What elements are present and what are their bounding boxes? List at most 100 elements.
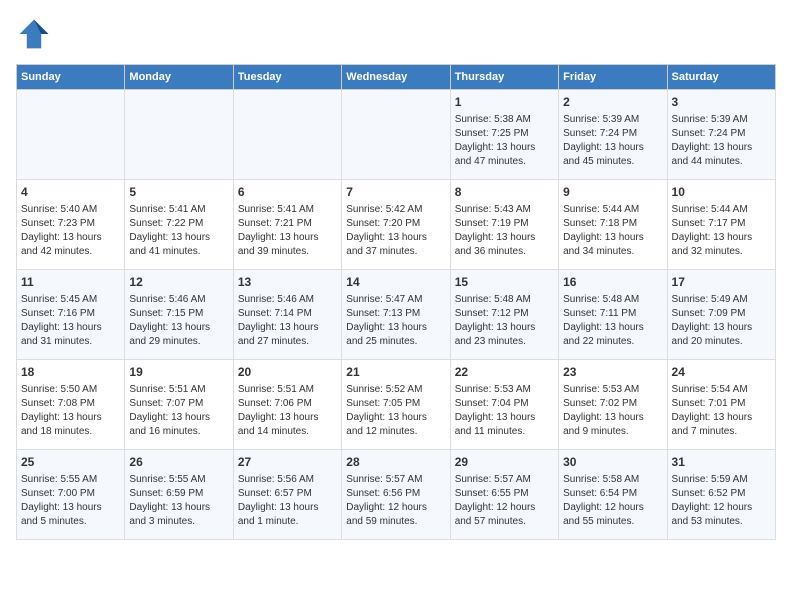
day-number: 21	[346, 364, 445, 381]
calendar-cell: 4 Sunrise: 5:40 AM Sunset: 7:23 PM Daylig…	[17, 180, 125, 270]
day-info: Sunrise: 5:59 AM Sunset: 6:52 PM Dayligh…	[672, 473, 771, 529]
day-number: 18	[21, 364, 120, 381]
day-number: 22	[455, 364, 554, 381]
calendar-cell: 22 Sunrise: 5:53 AM Sunset: 7:04 PM Dayli…	[450, 360, 558, 450]
header-sunday: Sunday	[17, 65, 125, 90]
day-number: 26	[129, 454, 228, 471]
day-info: Sunrise: 5:44 AM Sunset: 7:18 PM Dayligh…	[563, 203, 662, 259]
day-info: Sunrise: 5:38 AM Sunset: 7:25 PM Dayligh…	[455, 113, 554, 169]
day-number: 7	[346, 184, 445, 201]
calendar-cell: 6Sunrise: 5:41 AM Sunset: 7:21 PM Daylig…	[233, 180, 341, 270]
calendar-week-2: 4 Sunrise: 5:40 AM Sunset: 7:23 PM Daylig…	[17, 180, 776, 270]
calendar-cell: 19 Sunrise: 5:51 AM Sunset: 7:07 PM Dayli…	[125, 360, 233, 450]
header-thursday: Thursday	[450, 65, 558, 90]
calendar-cell: 10 Sunrise: 5:44 AM Sunset: 7:17 PM Dayli…	[667, 180, 775, 270]
calendar-cell: 16 Sunrise: 5:48 AM Sunset: 7:11 PM Dayli…	[559, 270, 667, 360]
day-info: Sunrise: 5:50 AM Sunset: 7:08 PM Dayligh…	[21, 383, 120, 439]
day-number: 16	[563, 274, 662, 291]
day-number: 15	[455, 274, 554, 291]
day-number: 19	[129, 364, 228, 381]
page-header	[16, 16, 776, 52]
day-info: Sunrise: 5:46 AM Sunset: 7:15 PM Dayligh…	[129, 293, 228, 349]
calendar-cell: 1 Sunrise: 5:38 AM Sunset: 7:25 PM Daylig…	[450, 90, 558, 180]
day-info: Sunrise: 5:51 AM Sunset: 7:07 PM Dayligh…	[129, 383, 228, 439]
calendar-cell: 17 Sunrise: 5:49 AM Sunset: 7:09 PM Dayli…	[667, 270, 775, 360]
header-tuesday: Tuesday	[233, 65, 341, 90]
calendar-week-3: 11Sunrise: 5:45 AM Sunset: 7:16 PM Dayli…	[17, 270, 776, 360]
calendar-cell: 14 Sunrise: 5:47 AM Sunset: 7:13 PM Dayli…	[342, 270, 450, 360]
day-number: 20	[238, 364, 337, 381]
logo	[16, 16, 56, 52]
day-info: Sunrise: 5:55 AM Sunset: 6:59 PM Dayligh…	[129, 473, 228, 529]
calendar-cell: 28Sunrise: 5:57 AM Sunset: 6:56 PM Dayli…	[342, 450, 450, 540]
calendar-header-row: SundayMondayTuesdayWednesdayThursdayFrid…	[17, 65, 776, 90]
day-number: 1	[455, 94, 554, 111]
day-info: Sunrise: 5:44 AM Sunset: 7:17 PM Dayligh…	[672, 203, 771, 259]
calendar-cell	[17, 90, 125, 180]
day-info: Sunrise: 5:46 AM Sunset: 7:14 PM Dayligh…	[238, 293, 337, 349]
day-number: 25	[21, 454, 120, 471]
calendar-cell: 11Sunrise: 5:45 AM Sunset: 7:16 PM Dayli…	[17, 270, 125, 360]
day-number: 4	[21, 184, 120, 201]
day-number: 8	[455, 184, 554, 201]
calendar-cell: 8 Sunrise: 5:43 AM Sunset: 7:19 PM Daylig…	[450, 180, 558, 270]
day-number: 17	[672, 274, 771, 291]
day-info: Sunrise: 5:39 AM Sunset: 7:24 PM Dayligh…	[563, 113, 662, 169]
day-number: 5	[129, 184, 228, 201]
calendar-cell	[233, 90, 341, 180]
day-info: Sunrise: 5:57 AM Sunset: 6:55 PM Dayligh…	[455, 473, 554, 529]
day-info: Sunrise: 5:42 AM Sunset: 7:20 PM Dayligh…	[346, 203, 445, 259]
day-info: Sunrise: 5:40 AM Sunset: 7:23 PM Dayligh…	[21, 203, 120, 259]
calendar-cell: 20 Sunrise: 5:51 AM Sunset: 7:06 PM Dayli…	[233, 360, 341, 450]
day-number: 24	[672, 364, 771, 381]
day-info: Sunrise: 5:51 AM Sunset: 7:06 PM Dayligh…	[238, 383, 337, 439]
calendar-cell: 13Sunrise: 5:46 AM Sunset: 7:14 PM Dayli…	[233, 270, 341, 360]
day-number: 10	[672, 184, 771, 201]
day-info: Sunrise: 5:49 AM Sunset: 7:09 PM Dayligh…	[672, 293, 771, 349]
day-number: 31	[672, 454, 771, 471]
day-info: Sunrise: 5:55 AM Sunset: 7:00 PM Dayligh…	[21, 473, 120, 529]
day-info: Sunrise: 5:48 AM Sunset: 7:12 PM Dayligh…	[455, 293, 554, 349]
calendar-cell: 3 Sunrise: 5:39 AM Sunset: 7:24 PM Daylig…	[667, 90, 775, 180]
day-number: 14	[346, 274, 445, 291]
calendar-cell: 9 Sunrise: 5:44 AM Sunset: 7:18 PM Daylig…	[559, 180, 667, 270]
day-number: 11	[21, 274, 120, 291]
calendar-week-4: 18 Sunrise: 5:50 AM Sunset: 7:08 PM Dayli…	[17, 360, 776, 450]
day-number: 23	[563, 364, 662, 381]
calendar-table: SundayMondayTuesdayWednesdayThursdayFrid…	[16, 64, 776, 540]
calendar-cell: 23 Sunrise: 5:53 AM Sunset: 7:02 PM Dayli…	[559, 360, 667, 450]
calendar-cell: 30Sunrise: 5:58 AM Sunset: 6:54 PM Dayli…	[559, 450, 667, 540]
day-number: 29	[455, 454, 554, 471]
day-number: 6	[238, 184, 337, 201]
calendar-cell	[342, 90, 450, 180]
calendar-cell: 12 Sunrise: 5:46 AM Sunset: 7:15 PM Dayli…	[125, 270, 233, 360]
day-info: Sunrise: 5:39 AM Sunset: 7:24 PM Dayligh…	[672, 113, 771, 169]
day-number: 30	[563, 454, 662, 471]
calendar-cell: 21Sunrise: 5:52 AM Sunset: 7:05 PM Dayli…	[342, 360, 450, 450]
day-info: Sunrise: 5:48 AM Sunset: 7:11 PM Dayligh…	[563, 293, 662, 349]
calendar-cell: 2 Sunrise: 5:39 AM Sunset: 7:24 PM Daylig…	[559, 90, 667, 180]
header-wednesday: Wednesday	[342, 65, 450, 90]
calendar-cell: 5 Sunrise: 5:41 AM Sunset: 7:22 PM Daylig…	[125, 180, 233, 270]
day-info: Sunrise: 5:54 AM Sunset: 7:01 PM Dayligh…	[672, 383, 771, 439]
calendar-week-1: 1 Sunrise: 5:38 AM Sunset: 7:25 PM Daylig…	[17, 90, 776, 180]
calendar-cell: 31 Sunrise: 5:59 AM Sunset: 6:52 PM Dayli…	[667, 450, 775, 540]
day-number: 3	[672, 94, 771, 111]
day-number: 12	[129, 274, 228, 291]
calendar-cell: 24 Sunrise: 5:54 AM Sunset: 7:01 PM Dayli…	[667, 360, 775, 450]
day-info: Sunrise: 5:53 AM Sunset: 7:02 PM Dayligh…	[563, 383, 662, 439]
day-number: 2	[563, 94, 662, 111]
day-info: Sunrise: 5:43 AM Sunset: 7:19 PM Dayligh…	[455, 203, 554, 259]
calendar-week-5: 25 Sunrise: 5:55 AM Sunset: 7:00 PM Dayli…	[17, 450, 776, 540]
day-number: 28	[346, 454, 445, 471]
header-friday: Friday	[559, 65, 667, 90]
day-info: Sunrise: 5:53 AM Sunset: 7:04 PM Dayligh…	[455, 383, 554, 439]
header-monday: Monday	[125, 65, 233, 90]
calendar-cell: 7 Sunrise: 5:42 AM Sunset: 7:20 PM Daylig…	[342, 180, 450, 270]
day-info: Sunrise: 5:47 AM Sunset: 7:13 PM Dayligh…	[346, 293, 445, 349]
day-number: 9	[563, 184, 662, 201]
calendar-cell: 15 Sunrise: 5:48 AM Sunset: 7:12 PM Dayli…	[450, 270, 558, 360]
calendar-cell: 26 Sunrise: 5:55 AM Sunset: 6:59 PM Dayli…	[125, 450, 233, 540]
calendar-cell: 29 Sunrise: 5:57 AM Sunset: 6:55 PM Dayli…	[450, 450, 558, 540]
day-info: Sunrise: 5:41 AM Sunset: 7:22 PM Dayligh…	[129, 203, 228, 259]
